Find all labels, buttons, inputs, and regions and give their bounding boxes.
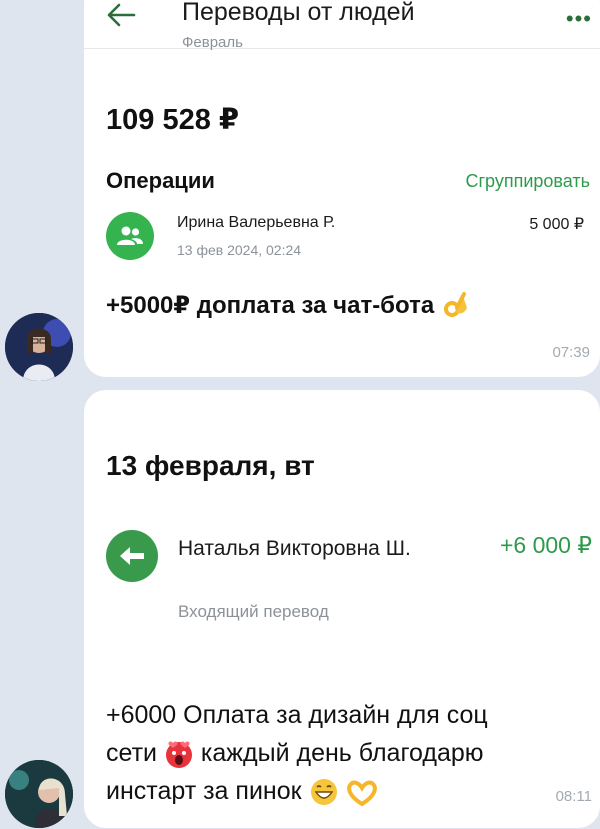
operation-date: 13 фев 2024, 02:24 [177,242,302,258]
message-line-2-start: сети [106,739,157,767]
message-line-3-text: инстарт за пинок [106,777,302,805]
operation-type: Входящий перевод [178,602,329,621]
screenshot-subtitle: Февраль [182,34,243,51]
message-time: 08:11 [555,788,592,805]
people-icon [106,212,154,260]
operation-sender-name: Ирина Валерьевна Р. [177,214,336,231]
heart-eyes-emoji [165,741,192,769]
heart-hands-emoji [347,781,378,807]
date-heading: 13 февраля, вт [106,450,315,481]
arrow-left-icon [107,3,136,27]
operation-amount: 5 000 ₽ [529,216,584,233]
operations-title: Операции [106,168,215,193]
arrow-left-circle-icon [106,530,158,582]
operation-amount: +6 000 ₽ [499,532,592,558]
message-text: +6000 Оплата за дизайн для соц сети кажд… [106,696,586,810]
message-text: +5000₽ доплата за чат-бота [106,291,471,322]
ok-hand-emoji [443,291,467,317]
user-avatar-1[interactable] [5,313,73,381]
grinning-emoji [310,779,337,806]
operation-sender-name: Наталья Викторовна Ш. [178,537,411,560]
message-line-2-end: каждый день благодарю [200,739,484,767]
more-dots-icon: ••• [565,6,592,31]
message-line-3: инстарт за пинок [106,772,586,810]
message-time: 07:39 [552,344,590,361]
message-line-2: сети каждый день благодарю [106,734,586,772]
screenshot-header: Переводы от людей Февраль ••• [84,0,600,51]
message-line-1: +6000 Оплата за дизайн для соц [106,701,488,729]
message-bubble-1[interactable]: Переводы от людей Февраль ••• 109 528 ₽ … [84,0,600,377]
operation-row: Ирина Валерьевна Р. 13 фев 2024, 02:24 5… [84,207,600,267]
group-link: Сгруппировать [465,171,590,191]
screenshot-title: Переводы от людей [182,0,415,26]
message-bubble-2[interactable]: 13 февраля, вт Наталья Викторовна Ш. +6 … [84,390,600,828]
balance-amount: 109 528 ₽ [106,104,240,136]
user-avatar-2[interactable] [5,760,73,828]
message-text-content: +5000₽ доплата за чат-бота [106,292,435,319]
